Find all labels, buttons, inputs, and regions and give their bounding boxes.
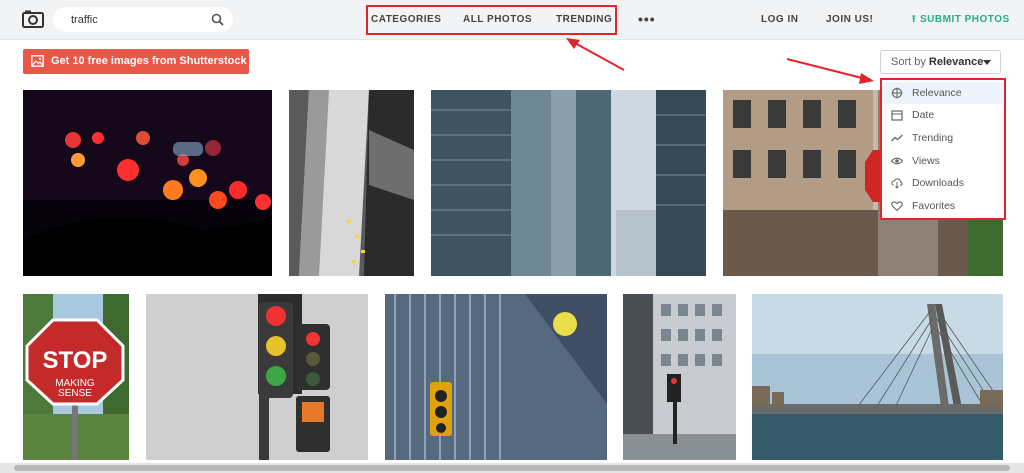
more-menu-icon[interactable]: ••• <box>638 11 656 27</box>
sort-option-relevance[interactable]: Relevance <box>882 82 1004 104</box>
shutterstock-promo-button[interactable]: Get 10 free images from Shutterstock → <box>23 49 249 92</box>
svg-text:STOP: STOP <box>43 347 108 374</box>
image-icon <box>31 55 44 67</box>
sort-dropdown-button[interactable]: Sort by Relevance <box>880 50 1001 74</box>
chevron-down-icon <box>983 60 991 65</box>
download-cloud-icon <box>891 178 903 189</box>
nav-all-photos[interactable]: ALL PHOTOS <box>463 0 532 40</box>
sort-selected: Relevance <box>928 56 984 68</box>
heart-icon <box>891 201 903 212</box>
sort-option-favorites[interactable]: Favorites <box>882 195 1004 217</box>
svg-text:SENSE: SENSE <box>58 388 92 399</box>
sort-option-label: Relevance <box>912 87 962 99</box>
photo-traffic-light-building[interactable] <box>385 294 607 460</box>
upload-icon: ⭱ <box>912 14 916 25</box>
sort-option-label: Date <box>912 109 935 121</box>
search-icon[interactable] <box>211 13 224 26</box>
camera-logo-icon[interactable] <box>22 10 44 28</box>
nav-categories[interactable]: CATEGORIES <box>371 0 441 40</box>
sort-option-label: Views <box>912 155 940 167</box>
trending-line-icon <box>891 134 903 142</box>
calendar-icon <box>891 110 903 121</box>
sort-option-views[interactable]: Views <box>882 150 1004 172</box>
sort-option-label: Trending <box>912 132 954 144</box>
crosshair-icon <box>891 87 903 99</box>
photo-skyscraper-bw[interactable] <box>289 90 414 276</box>
photo-city-towers[interactable] <box>431 90 706 276</box>
sort-option-downloads[interactable]: Downloads <box>882 172 1004 194</box>
submit-photos-link[interactable]: ⭱ SUBMIT PHOTOS <box>912 0 1010 40</box>
photo-bridge[interactable] <box>752 294 1003 460</box>
sort-option-label: Downloads <box>912 177 964 189</box>
sort-option-label: Favorites <box>912 200 956 212</box>
sort-dropdown-menu: Relevance Date Trending Views Downloads <box>880 78 1006 220</box>
top-navigation-bar: CATEGORIES ALL PHOTOS TRENDING ••• LOG I… <box>0 0 1024 40</box>
search-box <box>53 7 233 32</box>
search-input[interactable] <box>69 10 203 30</box>
nav-trending[interactable]: TRENDING <box>556 0 612 40</box>
sort-option-trending[interactable]: Trending <box>882 127 1004 149</box>
photo-traffic-bokeh[interactable] <box>23 90 272 276</box>
sort-prefix: Sort by <box>891 56 926 68</box>
photo-street-buildings[interactable] <box>623 294 736 460</box>
photo-stop-sign[interactable]: STOP MAKING SENSE <box>23 294 129 460</box>
horizontal-scrollbar-thumb[interactable] <box>14 465 1010 471</box>
eye-icon <box>891 157 903 165</box>
join-link[interactable]: JOIN US! <box>826 0 873 40</box>
submit-photos-label: SUBMIT PHOTOS <box>920 14 1010 25</box>
photo-traffic-lights-wall[interactable] <box>146 294 368 460</box>
login-link[interactable]: LOG IN <box>761 0 798 40</box>
promo-label: Get 10 free images from Shutterstock → <box>51 55 247 92</box>
sort-option-date[interactable]: Date <box>882 104 1004 126</box>
